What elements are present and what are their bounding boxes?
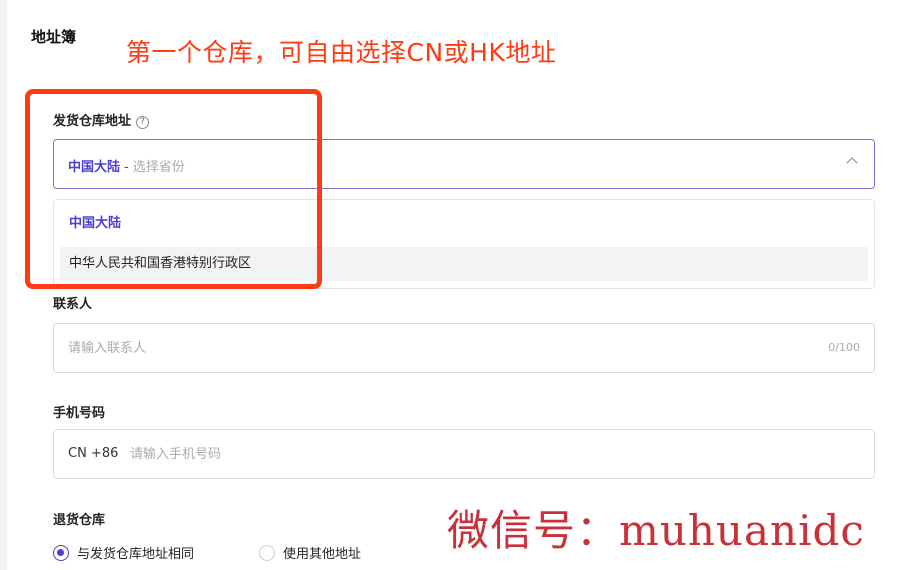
highlight-annotation-box — [25, 89, 322, 289]
return-warehouse-label: 退货仓库 — [53, 513, 106, 528]
radio-same-address-label: 与发货仓库地址相同 — [77, 547, 195, 562]
contact-field: 0/100 — [53, 323, 875, 373]
phone-field: CN +86 — [53, 429, 875, 479]
phone-label: 手机号码 — [53, 406, 106, 421]
left-panel-edge — [0, 0, 7, 570]
radio-other-address-label: 使用其他地址 — [283, 547, 362, 562]
contact-input[interactable] — [68, 324, 808, 372]
radio-same-address[interactable]: 与发货仓库地址相同 — [53, 543, 194, 562]
phone-input[interactable] — [130, 430, 870, 478]
section-title: 地址簿 — [31, 28, 77, 46]
country-code-prefix[interactable]: CN +86 — [68, 446, 118, 461]
chevron-up-icon[interactable] — [846, 157, 858, 169]
radio-other-address[interactable]: 使用其他地址 — [259, 543, 361, 562]
radio-checked-icon[interactable] — [53, 544, 69, 561]
contact-label: 联系人 — [53, 297, 93, 312]
annotation-text: 第一个仓库，可自由选择CN或HK地址 — [126, 38, 557, 67]
watermark-text: 微信号：muhuanidc — [447, 506, 865, 555]
radio-unchecked-icon[interactable] — [259, 544, 275, 561]
char-counter: 0/100 — [828, 341, 860, 354]
